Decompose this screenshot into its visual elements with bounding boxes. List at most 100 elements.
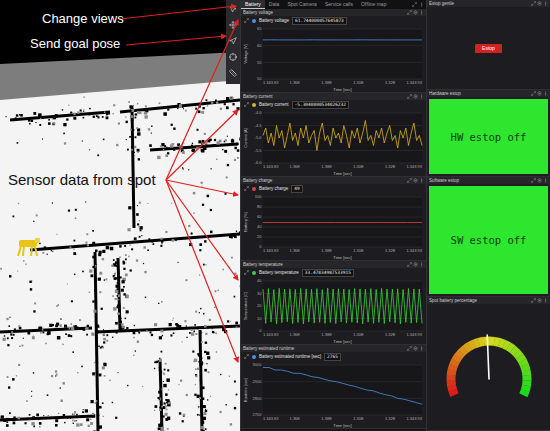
crosshair-icon[interactable] — [229, 53, 237, 61]
maximize-icon[interactable] — [407, 178, 412, 183]
expand-icon[interactable] — [244, 102, 249, 107]
expand-icon[interactable] — [244, 186, 249, 191]
map-view[interactable] — [0, 0, 240, 431]
map-obstacle — [7, 376, 9, 378]
tool-button[interactable] — [228, 4, 238, 14]
map-obstacle — [131, 248, 133, 250]
battery-charge-chart[interactable]: 1008060402001.343.831.36E1.38E1.30E1.32E… — [241, 193, 426, 260]
map-obstacle — [118, 372, 119, 373]
map-obstacle — [126, 327, 128, 329]
settings-icon[interactable] — [537, 178, 542, 183]
tab[interactable]: Service calls — [321, 0, 357, 9]
tool-button[interactable] — [228, 52, 238, 62]
estop-button[interactable]: Estop — [475, 44, 502, 53]
settings-icon[interactable] — [537, 91, 542, 96]
maximize-icon[interactable] — [531, 298, 536, 303]
expand-icon[interactable] — [244, 18, 249, 23]
battery-estimated-runtime-chart[interactable]: 30002900280027001.343.831.36E1.38E1.30E1… — [241, 361, 426, 428]
more-icon[interactable] — [543, 91, 548, 96]
settings-icon[interactable] — [413, 10, 418, 15]
more-icon[interactable] — [543, 178, 548, 183]
map-obstacle — [204, 351, 206, 353]
settings-icon[interactable] — [413, 94, 418, 99]
map-obstacle — [110, 247, 114, 251]
tab[interactable]: Offline map — [357, 0, 390, 9]
expand-icon[interactable] — [244, 270, 249, 275]
plot-area — [263, 197, 422, 247]
tab[interactable]: Battery — [241, 0, 265, 9]
map-obstacle — [209, 319, 211, 321]
map-obstacle — [115, 322, 116, 323]
map-obstacle — [39, 124, 41, 126]
map-obstacle — [52, 251, 53, 252]
more-icon[interactable] — [543, 298, 548, 303]
more-icon[interactable] — [543, 1, 548, 6]
estop-body: Estop — [427, 7, 550, 89]
settings-icon[interactable] — [537, 298, 542, 303]
tool-button[interactable] — [228, 68, 238, 78]
maximize-icon[interactable] — [407, 262, 412, 267]
settings-icon[interactable] — [413, 346, 418, 351]
legend-value: 61.744000057645873 — [292, 17, 347, 25]
more-icon[interactable] — [419, 94, 424, 99]
grid-line — [263, 365, 422, 366]
tab[interactable]: Data — [265, 0, 284, 9]
map-area[interactable] — [0, 0, 240, 431]
settings-icon[interactable] — [537, 1, 542, 6]
move-icon[interactable] — [229, 21, 237, 29]
battery-voltage-chart[interactable]: 656055501.343.831.36E1.38E1.30E1.32E1.34… — [241, 25, 426, 92]
map-obstacle — [83, 111, 84, 112]
legend-row: Battery current-5.3040000534026232 — [241, 100, 426, 109]
more-icon[interactable] — [419, 262, 424, 267]
maximize-icon[interactable] — [407, 10, 412, 15]
y-axis-label: Current [A] — [243, 128, 248, 147]
maximize-icon[interactable] — [407, 94, 412, 99]
expand-icon[interactable] — [244, 354, 249, 359]
battery-temperature-chart[interactable]: 4030201001.343.831.36E1.38E1.30E1.32E1.3… — [241, 277, 426, 344]
battery-current-chart[interactable]: -4.0-4.5-5.0-5.5-6.01.343.831.36E1.38E1.… — [241, 109, 426, 176]
x-tick-label: 1.343.83 — [263, 164, 279, 169]
y-tick-label: 2900 — [253, 379, 263, 384]
robot-icon[interactable] — [18, 238, 40, 256]
goal-pose-icon[interactable] — [229, 37, 237, 45]
maximize-icon[interactable] — [412, 2, 417, 7]
tool-button[interactable] — [228, 36, 238, 46]
map-obstacle — [128, 101, 130, 103]
map-obstacle — [146, 330, 147, 331]
more-icon[interactable] — [419, 346, 424, 351]
map-obstacle — [237, 149, 240, 152]
settings-icon[interactable] — [413, 262, 418, 267]
y-tick-label: -6.0 — [255, 160, 263, 165]
pointer-icon[interactable] — [229, 5, 237, 13]
tab[interactable]: Spot Camera — [283, 0, 320, 9]
tool-button[interactable] — [228, 20, 238, 30]
more-icon[interactable] — [419, 10, 424, 15]
panel-controls — [407, 10, 424, 15]
settings-icon[interactable] — [413, 178, 418, 183]
x-tick-label: 1.343.93 — [406, 416, 422, 421]
map-obstacle — [225, 139, 227, 141]
map-obstacle — [211, 168, 212, 169]
y-tick-label: 20 — [257, 234, 262, 239]
more-icon[interactable] — [419, 178, 424, 183]
ruler-icon[interactable] — [229, 69, 237, 77]
map-obstacle — [60, 324, 62, 326]
map-obstacle — [27, 332, 30, 335]
map-obstacle — [31, 396, 33, 397]
grid-line — [263, 45, 422, 46]
series-line — [263, 222, 422, 223]
more-icon[interactable] — [419, 2, 424, 7]
map-obstacle — [29, 281, 31, 283]
maximize-icon[interactable] — [531, 91, 536, 96]
map-obstacle — [82, 141, 83, 142]
map-obstacle — [161, 301, 163, 303]
legend-value: 49 — [291, 185, 302, 193]
x-tick-label: 1.30E — [353, 80, 364, 85]
x-tick-label: 1.38E — [321, 248, 332, 253]
maximize-icon[interactable] — [407, 346, 412, 351]
estop-status-panel: Hardware estopHW estop off — [427, 90, 550, 177]
map-obstacle — [104, 279, 105, 280]
maximize-icon[interactable] — [531, 178, 536, 183]
maximize-icon[interactable] — [531, 1, 536, 6]
annotation-arrows — [0, 0, 550, 431]
